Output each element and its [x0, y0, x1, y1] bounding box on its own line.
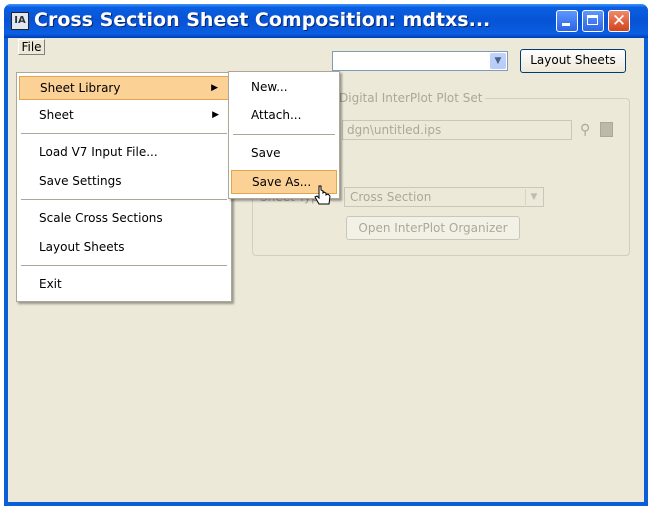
maximize-icon [587, 15, 598, 25]
sheet-type-value: Cross Section [350, 190, 432, 204]
menu-item-sheet-library[interactable]: Sheet Library ▶ [19, 76, 229, 100]
close-icon: ✕ [611, 11, 627, 31]
chevron-down-icon[interactable]: ▼ [490, 53, 506, 69]
app-icon[interactable]: ΙΑ [11, 12, 29, 30]
menu-separator [21, 199, 227, 200]
minimize-button[interactable] [556, 10, 578, 32]
menu-item-scale-cross-sections[interactable]: Scale Cross Sections [19, 206, 229, 230]
menu-separator [233, 134, 335, 135]
submenu-arrow-icon: ▶ [212, 110, 219, 120]
minimize-icon [562, 23, 570, 26]
menu-item-exit[interactable]: Exit [19, 272, 229, 296]
menu-separator [21, 133, 227, 134]
menu-item-label: Save Settings [39, 174, 122, 188]
menu-item-sheet[interactable]: Sheet ▶ [19, 103, 229, 127]
menu-item-label: Attach... [251, 108, 302, 122]
menu-item-load-v7[interactable]: Load V7 Input File... [19, 140, 229, 164]
menu-item-new[interactable]: New... [231, 75, 337, 99]
maximize-button[interactable] [582, 10, 604, 32]
menu-item-label: Load V7 Input File... [39, 145, 158, 159]
menu-item-save[interactable]: Save [231, 141, 337, 165]
chevron-down-icon: ▼ [525, 189, 542, 205]
sheet-library-submenu: New... Attach... Save Save As... [228, 71, 340, 199]
menu-separator [21, 265, 227, 266]
menu-item-label: Scale Cross Sections [39, 211, 163, 225]
menu-item-attach[interactable]: Attach... [231, 103, 337, 127]
sheet-library-combo[interactable]: ▼ [332, 51, 508, 71]
plot-set-path-field: dgn\untitled.ips [342, 120, 572, 140]
close-button[interactable]: ✕ [608, 10, 630, 32]
group-title: Digital InterPlot Plot Set [336, 91, 486, 105]
menu-item-save-settings[interactable]: Save Settings [19, 169, 229, 193]
open-organizer-button: Open InterPlot Organizer [346, 216, 520, 240]
hand-cursor-icon [314, 185, 331, 205]
menu-item-label: Save [251, 146, 281, 160]
submenu-arrow-icon: ▶ [211, 83, 218, 93]
organizer-doc-icon [600, 122, 613, 137]
window-title: Cross Section Sheet Composition: mdtxs..… [34, 9, 491, 31]
title-bar[interactable]: ΙΑ Cross Section Sheet Composition: mdtx… [4, 4, 648, 38]
menu-item-label: Sheet Library [40, 81, 121, 95]
menu-item-label: Sheet [39, 108, 74, 122]
menu-item-label: Layout Sheets [39, 240, 125, 254]
menu-file[interactable]: File [18, 39, 45, 55]
file-menu: Sheet Library ▶ Sheet ▶ Load V7 Input Fi… [16, 72, 232, 302]
menu-item-layout-sheets[interactable]: Layout Sheets [19, 235, 229, 259]
menu-item-label: New... [251, 80, 288, 94]
window-frame-right [644, 38, 648, 506]
sheet-type-combo: Cross Section ▼ [344, 187, 544, 207]
layout-sheets-button[interactable]: Layout Sheets [520, 49, 626, 73]
search-icon: ⚲ [580, 122, 591, 138]
menu-item-label: Save As... [252, 175, 312, 189]
menu-item-label: Exit [39, 277, 62, 291]
